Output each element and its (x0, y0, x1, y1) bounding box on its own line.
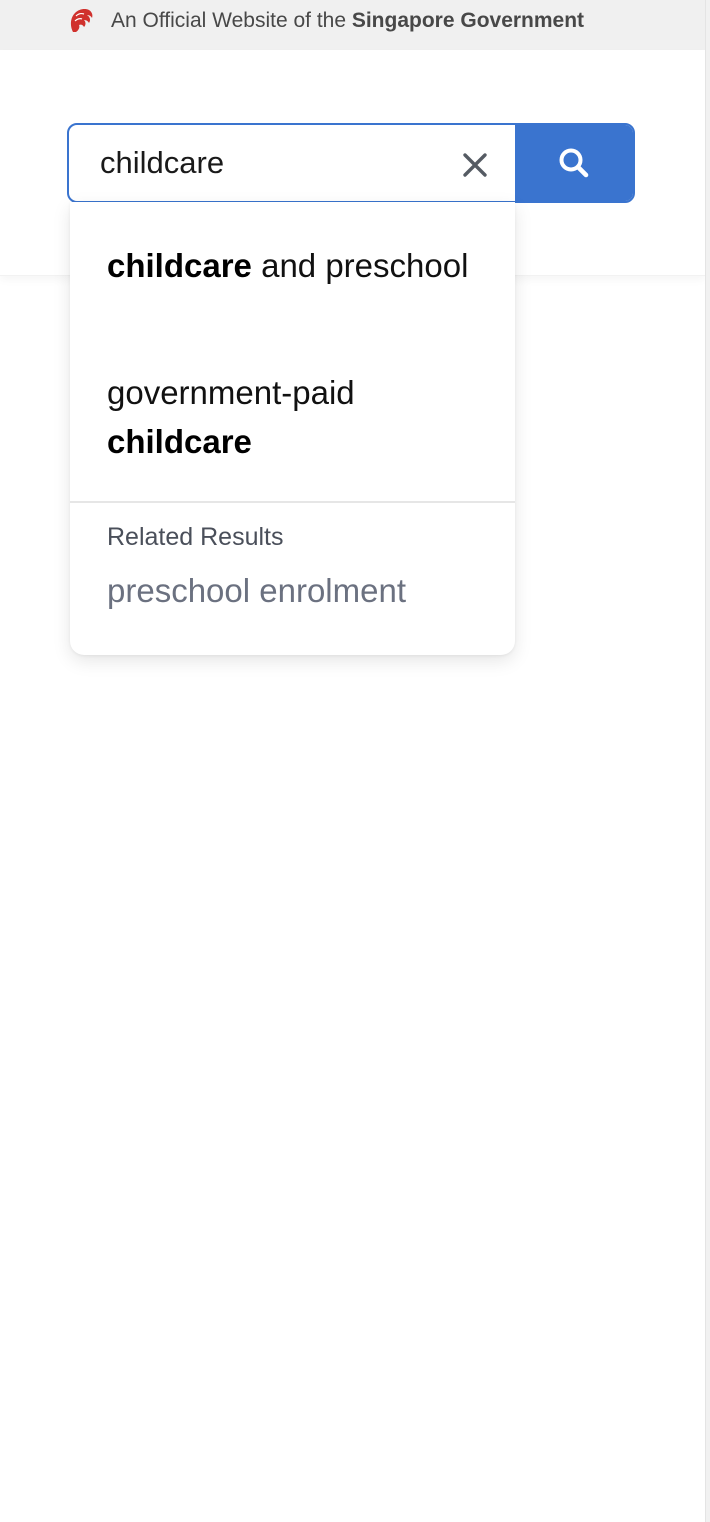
masthead-prefix: An Official Website of the (111, 9, 352, 32)
suggestion-text: and preschool (251, 247, 469, 284)
page: An Official Website of the Singapore Gov… (0, 0, 710, 1522)
search-icon (559, 148, 589, 178)
scrollbar-edge (705, 0, 710, 1522)
clear-search-button[interactable] (453, 143, 497, 187)
suggestion-item[interactable]: childcare and preschool (107, 241, 487, 290)
lion-head-icon (67, 6, 95, 36)
search-bar (67, 123, 635, 203)
suggestion-match: childcare (107, 247, 252, 284)
related-result-item[interactable]: preschool enrolment (107, 572, 406, 610)
suggestion-match: childcare (107, 423, 252, 460)
suggestion-text: government-paid (107, 374, 355, 411)
related-results-heading: Related Results (107, 523, 284, 551)
search-suggestions-dropdown: childcare and preschool government-paid … (70, 202, 515, 655)
divider (70, 501, 515, 503)
close-icon (463, 153, 487, 177)
masthead-text: An Official Website of the Singapore Gov… (111, 9, 584, 33)
masthead-emphasis: Singapore Government (351, 9, 585, 32)
search-submit-button[interactable] (515, 125, 633, 201)
search-input[interactable] (69, 125, 449, 201)
suggestion-item[interactable]: government-paid childcare (107, 368, 487, 466)
government-masthead: An Official Website of the Singapore Gov… (0, 0, 705, 50)
